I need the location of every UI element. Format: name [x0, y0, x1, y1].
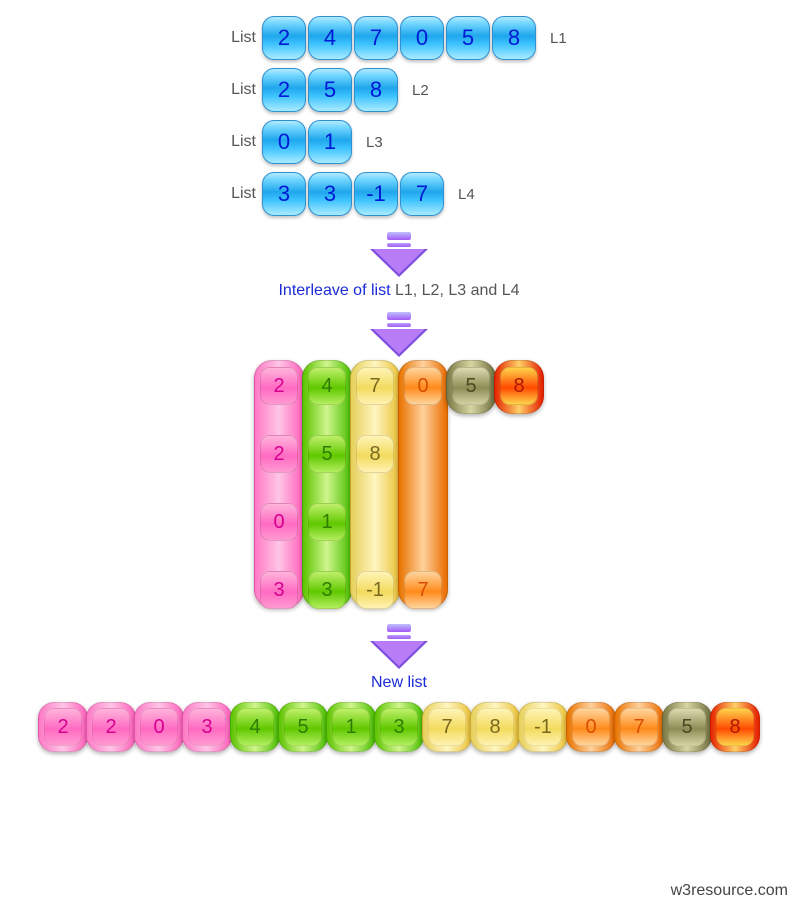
- list-name: L3: [366, 134, 383, 151]
- newlist-cell-value: 0: [140, 708, 178, 746]
- newlist-cell: 0: [134, 702, 184, 752]
- cells-L2: 2 5 8: [262, 68, 398, 112]
- cell: 0: [400, 16, 444, 60]
- new-list: 2203451378-10758: [0, 698, 798, 752]
- cell: 3: [308, 172, 352, 216]
- newlist-cell-value: 3: [380, 708, 418, 746]
- column-yellow: 7 8 -1: [350, 360, 400, 608]
- newlist-cell-value: 1: [332, 708, 370, 746]
- cell: 1: [308, 120, 352, 164]
- input-list-L3: List 0 1 L3: [220, 116, 798, 168]
- newlist-cell-value: 5: [284, 708, 322, 746]
- cell: 3: [260, 571, 298, 609]
- diagram: List 2 4 7 0 5 8 L1 List 2 5 8 L2 List 0…: [0, 0, 798, 752]
- column-green: 4 5 1 3: [302, 360, 352, 608]
- list-label: List: [220, 81, 256, 99]
- cell: 7: [400, 172, 444, 216]
- newlist-cell: 5: [662, 702, 712, 752]
- cell: 5: [446, 16, 490, 60]
- cell: 4: [308, 367, 346, 405]
- caption-interleave: Interleave of list L1, L2, L3 and L4: [0, 282, 798, 300]
- newlist-cell: 8: [710, 702, 760, 752]
- cells-L4: 3 3 -1 7: [262, 172, 444, 216]
- arrow-down-icon: [0, 232, 798, 276]
- list-name: L2: [412, 82, 429, 99]
- cell: 2: [262, 16, 306, 60]
- newlist-cell: 2: [38, 702, 88, 752]
- brand-footer: w3resource.com: [671, 882, 788, 900]
- list-label: List: [220, 29, 256, 47]
- list-label: List: [220, 133, 256, 151]
- cell: 0: [260, 503, 298, 541]
- arrow-down-icon: [0, 624, 798, 668]
- list-label: List: [220, 185, 256, 203]
- newlist-cell-value: -1: [524, 708, 562, 746]
- cell: -1: [356, 571, 394, 609]
- cell: 4: [308, 16, 352, 60]
- cell: 7: [404, 571, 442, 609]
- cell: 7: [356, 367, 394, 405]
- cell: 0: [262, 120, 306, 164]
- newlist-cell-value: 2: [92, 708, 130, 746]
- newlist-cell: 3: [182, 702, 232, 752]
- newlist-cell-value: 2: [44, 708, 82, 746]
- cell: 8: [500, 367, 538, 405]
- list-name: L4: [458, 186, 475, 203]
- newlist-cell: 2: [86, 702, 136, 752]
- cell: -1: [354, 172, 398, 216]
- newlist-cell-value: 7: [428, 708, 466, 746]
- newlist-cell-value: 3: [188, 708, 226, 746]
- arrow-down-icon: [0, 312, 798, 356]
- column-red: 8: [494, 360, 544, 414]
- cells-L3: 0 1: [262, 120, 352, 164]
- newlist-cell: 8: [470, 702, 520, 752]
- newlist-cell: 0: [566, 702, 616, 752]
- interleave-matrix: 2 2 0 3 4 5 1 3 7 8: [0, 360, 798, 608]
- newlist-cell: 7: [422, 702, 472, 752]
- cell: 5: [308, 68, 352, 112]
- list-name: L1: [550, 30, 567, 47]
- newlist-cell-value: 7: [620, 708, 658, 746]
- newlist-cell-value: 8: [716, 708, 754, 746]
- newlist-cell: 5: [278, 702, 328, 752]
- newlist-cell-value: 8: [476, 708, 514, 746]
- cell: 3: [308, 571, 346, 609]
- caption-prefix: Interleave of list: [278, 282, 395, 299]
- cell: 0: [404, 367, 442, 405]
- newlist-cell: 3: [374, 702, 424, 752]
- column-pink: 2 2 0 3: [254, 360, 304, 608]
- newlist-cell-value: 0: [572, 708, 610, 746]
- cell: 2: [260, 435, 298, 473]
- caption-lists: L1, L2, L3 and L4: [395, 282, 520, 299]
- cell: 3: [262, 172, 306, 216]
- cell: 2: [262, 68, 306, 112]
- column-orange: 0 7: [398, 360, 448, 608]
- input-list-L2: List 2 5 8 L2: [220, 64, 798, 116]
- newlist-cell: 7: [614, 702, 664, 752]
- cell: 5: [452, 367, 490, 405]
- newlist-cell-value: 5: [668, 708, 706, 746]
- cell: 8: [356, 435, 394, 473]
- cells-L1: 2 4 7 0 5 8: [262, 16, 536, 60]
- newlist-cell: 4: [230, 702, 280, 752]
- newlist-cell: -1: [518, 702, 568, 752]
- cell: 2: [260, 367, 298, 405]
- newlist-cell: 1: [326, 702, 376, 752]
- cell: 5: [308, 435, 346, 473]
- column-olive: 5: [446, 360, 496, 414]
- cell: 7: [354, 16, 398, 60]
- caption-newlist: New list: [0, 674, 798, 692]
- newlist-cell-value: 4: [236, 708, 274, 746]
- cell: 1: [308, 503, 346, 541]
- cell: 8: [492, 16, 536, 60]
- cell: 8: [354, 68, 398, 112]
- input-list-L4: List 3 3 -1 7 L4: [220, 168, 798, 220]
- input-list-L1: List 2 4 7 0 5 8 L1: [220, 12, 798, 64]
